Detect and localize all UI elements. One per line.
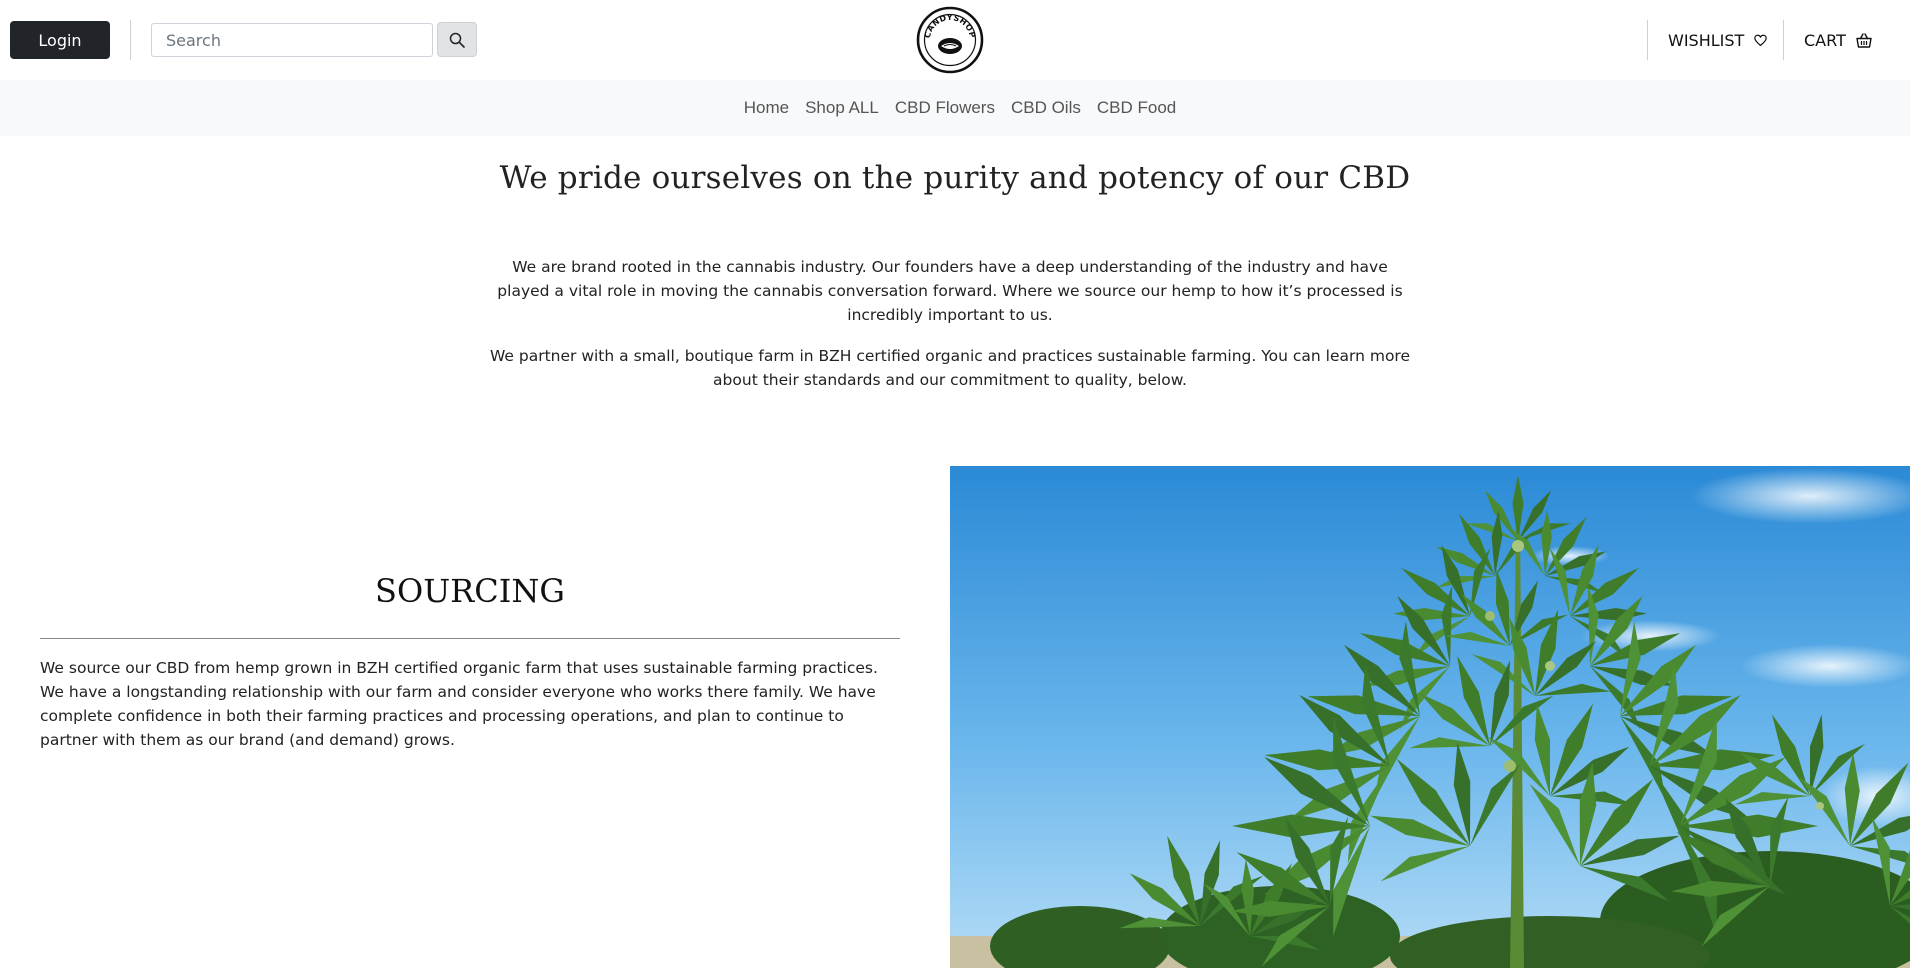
sourcing-text: We source our CBD from hemp grown in BZH… [40,659,878,749]
cart-label: CART [1804,30,1846,50]
wishlist-link[interactable]: WISHLIST [1668,28,1768,52]
intro-paragraph-2: We partner with a small, boutique farm i… [490,347,1410,389]
heart-icon [1754,34,1768,46]
search-button[interactable] [437,22,477,57]
search-icon [449,32,465,48]
sourcing-title: SOURCING [375,572,565,610]
header-divider [130,20,131,60]
nav-item-cbd-oils[interactable]: CBD Oils [1003,98,1089,118]
site-header: Login CANDYSHOP WISHLIST CART [0,0,1910,80]
nav-item-shop-all[interactable]: Shop ALL [797,98,887,118]
search-input[interactable] [151,23,433,57]
intro-paragraph-1: We are brand rooted in the cannabis indu… [497,258,1403,324]
main-nav: Home Shop ALL CBD Flowers CBD Oils CBD F… [0,80,1910,136]
wishlist-label: WISHLIST [1668,30,1745,50]
candyshop-logo[interactable]: CANDYSHOP [916,6,984,74]
nav-item-cbd-food[interactable]: CBD Food [1089,98,1184,118]
hemp-plant-image [950,466,1910,968]
header-divider [1783,20,1784,60]
cart-link[interactable]: CART [1804,28,1872,52]
login-button[interactable]: Login [10,21,110,59]
header-divider [1647,20,1648,60]
section-divider [40,638,900,639]
basket-icon [1856,32,1872,48]
nav-item-home[interactable]: Home [736,98,797,118]
nav-item-cbd-flowers[interactable]: CBD Flowers [887,98,1003,118]
page-title: We pride ourselves on the purity and pot… [499,160,1411,196]
